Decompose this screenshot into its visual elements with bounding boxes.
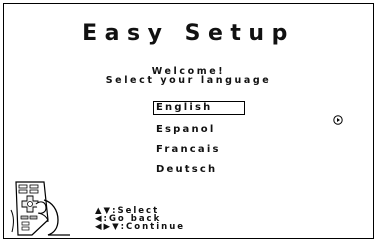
page-title: Easy Setup <box>82 21 295 46</box>
language-option-espanol[interactable]: Espanol <box>153 123 245 137</box>
setup-screen: Easy Setup Welcome! Select your language… <box>3 3 374 239</box>
language-option-deutsch[interactable]: Deutsch <box>153 163 245 177</box>
play-circle-icon <box>333 115 343 125</box>
remote-control-icon <box>10 181 70 236</box>
help-continue-text: Continue <box>126 222 186 232</box>
language-option-english[interactable]: English <box>153 101 245 115</box>
help-continue: ◀▶▼:Continue <box>95 222 186 232</box>
direction-arrows-icon: ◀▶▼ <box>95 222 121 232</box>
language-prompt: Select your language <box>105 75 272 86</box>
language-option-francais[interactable]: Francais <box>153 143 245 157</box>
